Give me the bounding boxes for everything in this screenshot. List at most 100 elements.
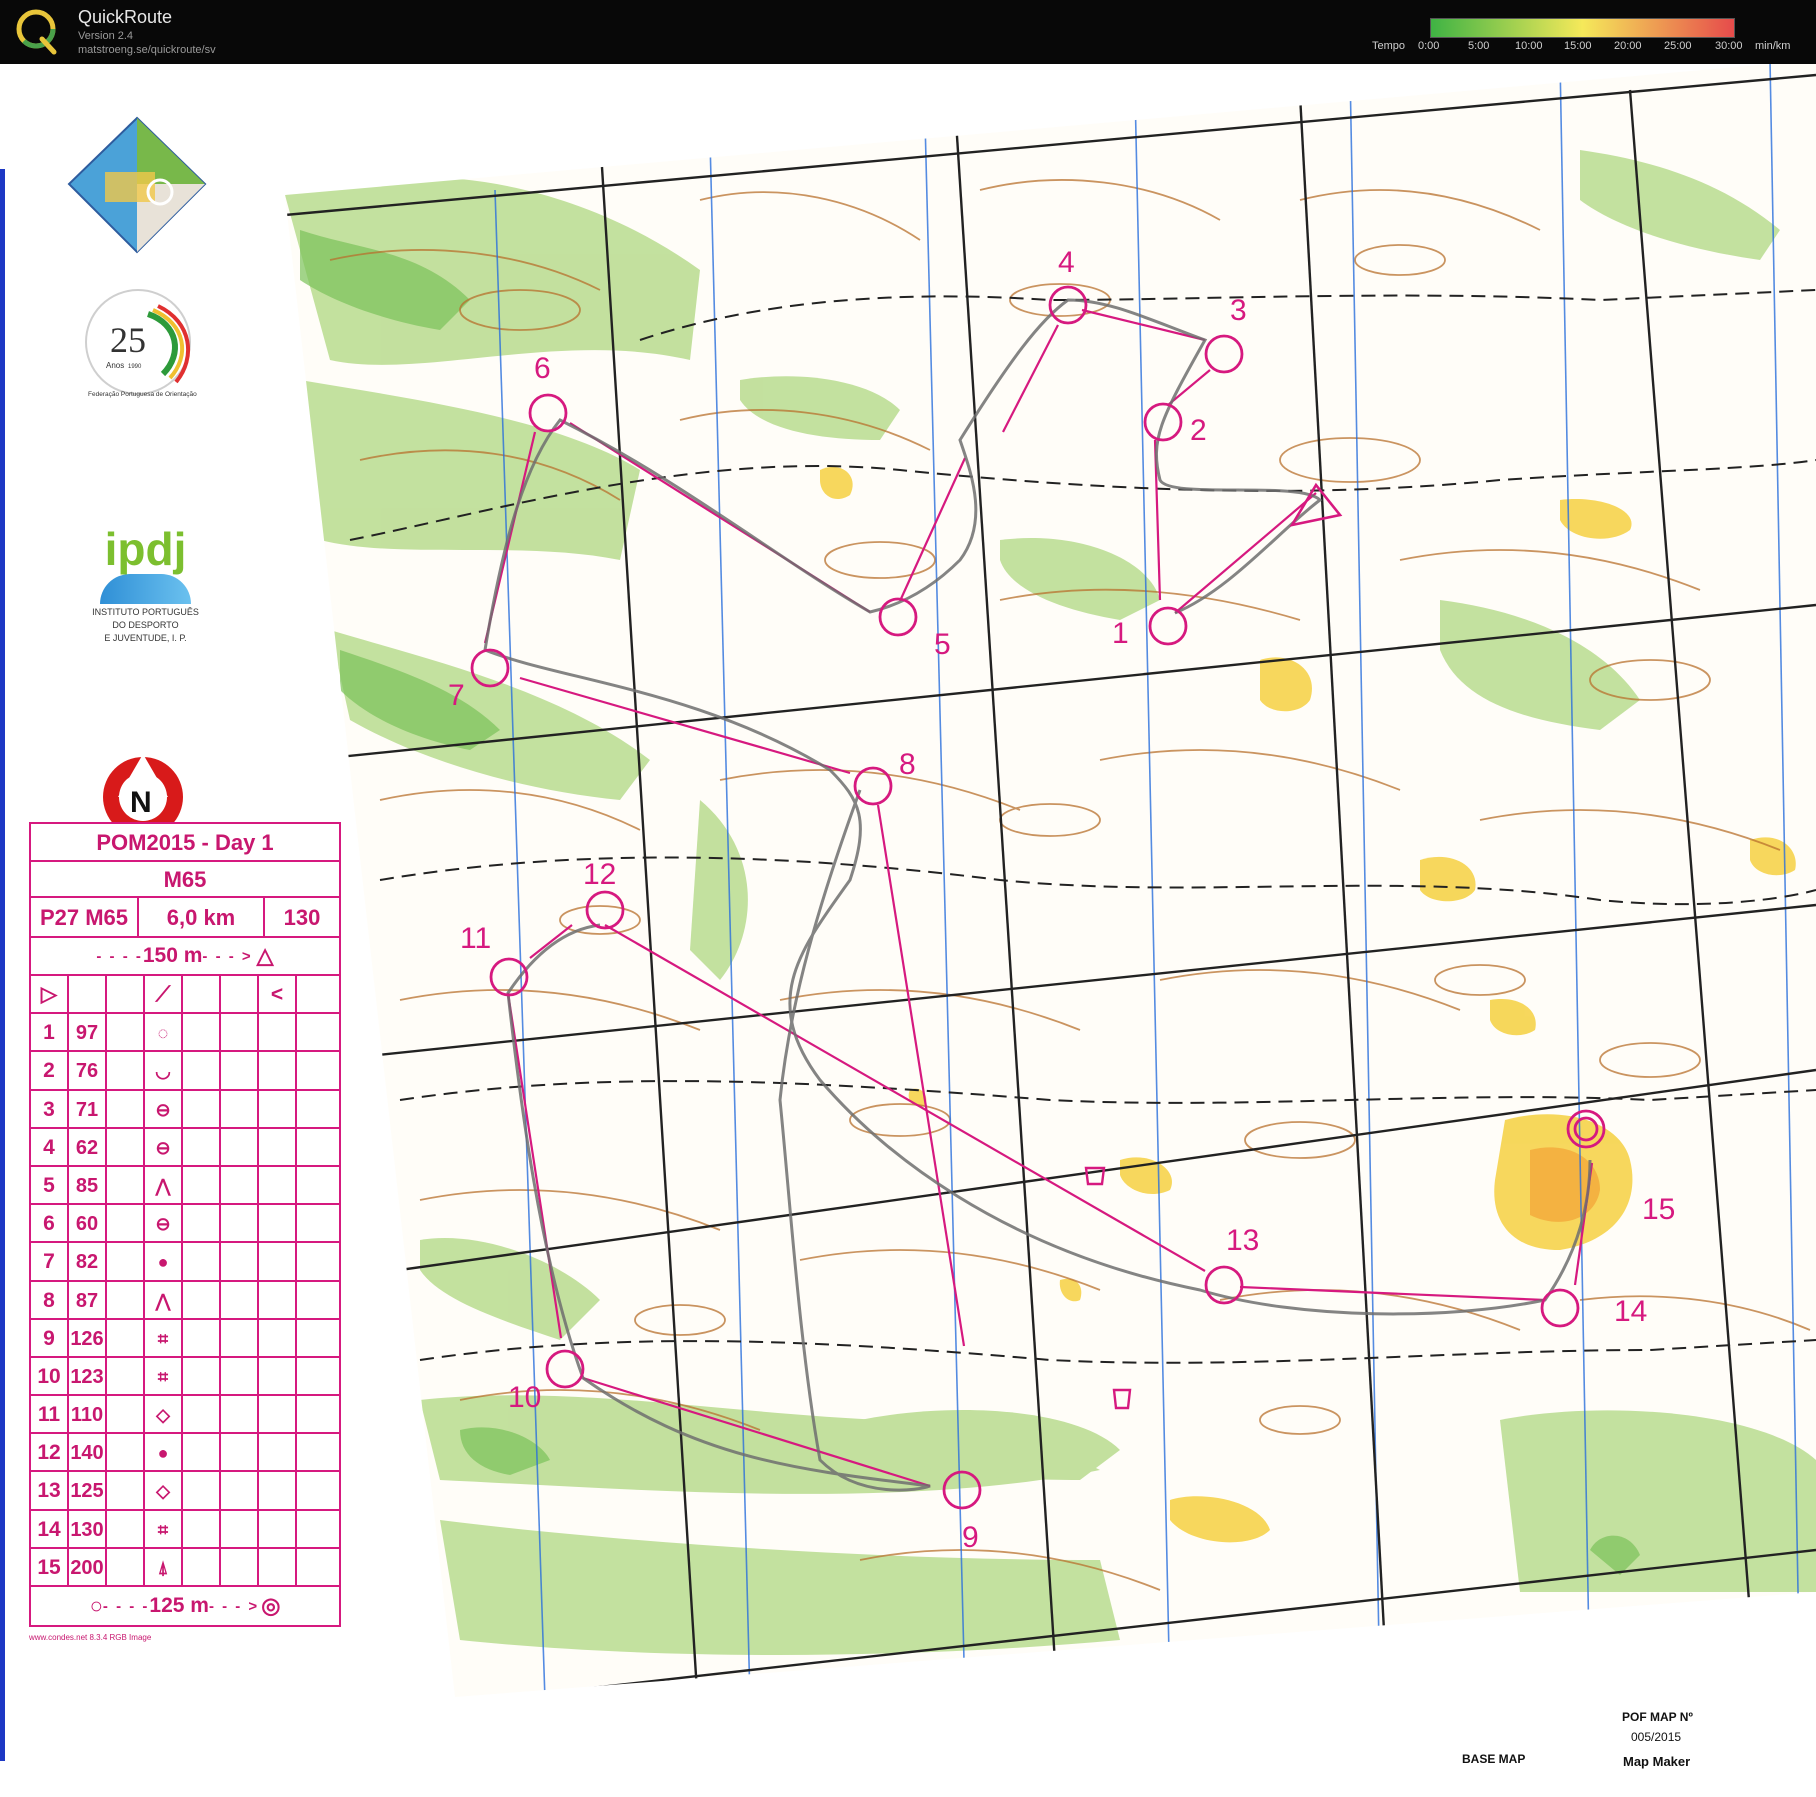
quickroute-logo-icon xyxy=(16,9,57,55)
control-row: 9 126 ⌗ xyxy=(31,1319,339,1358)
app-url: matstroeng.se/quickroute/sv xyxy=(78,44,216,56)
column-c xyxy=(107,1319,145,1356)
control-code: 85 xyxy=(69,1166,107,1204)
control-code: 126 xyxy=(69,1319,107,1356)
column-f xyxy=(221,1510,259,1547)
svg-text:25: 25 xyxy=(110,320,146,360)
column-c xyxy=(107,1281,145,1318)
control-number: 9 xyxy=(31,1319,69,1356)
tempo-tick: 10:00 xyxy=(1515,40,1543,52)
control-number: 13 xyxy=(31,1472,69,1509)
column-c xyxy=(107,1434,145,1471)
tempo-tick: 25:00 xyxy=(1664,40,1692,52)
column-c xyxy=(107,1205,145,1242)
control-row: 15 200 ⍋ xyxy=(31,1548,339,1587)
column-g xyxy=(259,1205,297,1242)
map-number: 005/2015 xyxy=(1631,1730,1682,1744)
control-label-15: 15 xyxy=(1642,1193,1675,1226)
feature-symbol-icon: ◌ xyxy=(145,1014,183,1051)
start-leg-row: - - - - 150 m - - - > △ xyxy=(31,938,339,976)
control-number: 15 xyxy=(31,1548,69,1585)
column-f xyxy=(221,1052,259,1089)
column-f xyxy=(221,1548,259,1585)
tempo-tick: 15:00 xyxy=(1564,40,1592,52)
column-e xyxy=(183,1357,221,1395)
dash-arrow-icon: - - - > xyxy=(208,1597,260,1615)
column-h xyxy=(297,1472,339,1508)
tempo-tick: 0:00 xyxy=(1418,40,1440,52)
map-border-strip xyxy=(0,169,5,1761)
column-e xyxy=(183,1472,221,1509)
angle-column-icon: < xyxy=(259,976,297,1013)
control-code: 123 xyxy=(69,1357,107,1395)
course-climb: 130 xyxy=(283,905,321,930)
column-h xyxy=(297,1014,339,1050)
ipdj-name-line: E JUVENTUDE, I. P. xyxy=(104,633,187,643)
tempo-tick: 5:00 xyxy=(1468,40,1490,52)
ipdj-name-line: INSTITUTO PORTUGUÊS xyxy=(92,607,199,617)
column-f xyxy=(221,1319,259,1356)
column-e xyxy=(183,1243,221,1280)
column-f xyxy=(221,1090,259,1127)
control-code: 76 xyxy=(69,1052,107,1089)
pof-map-label: POF MAP Nº xyxy=(1622,1710,1693,1724)
control-code: 82 xyxy=(69,1243,107,1280)
column-f xyxy=(221,1396,259,1433)
course-class: M65 xyxy=(31,862,339,898)
control-code: 130 xyxy=(69,1510,107,1547)
control-code: 140 xyxy=(69,1434,107,1471)
control-code: 87 xyxy=(69,1281,107,1318)
course-name: P27 M65 xyxy=(31,898,139,936)
feature-symbol-icon: ⌗ xyxy=(145,1357,183,1395)
control-number: 5 xyxy=(31,1166,69,1204)
tempo-color-scale xyxy=(1430,18,1735,38)
control-description-sheet: POM2015 - Day 1 M65 P27 M65 6,0 km 130 -… xyxy=(29,822,341,1627)
column-g xyxy=(259,1243,297,1280)
control-code: 200 xyxy=(69,1548,107,1585)
column-f xyxy=(221,1281,259,1318)
map-view[interactable]: 1 2 3 4 5 6 7 8 9 10 11 12 13 14 15 25 A… xyxy=(0,64,1816,1797)
column-c xyxy=(107,1396,145,1433)
column-c xyxy=(107,1510,145,1547)
symbol-header-row: ▷ ⟋ < xyxy=(31,976,339,1015)
feature-symbol-icon: ◡ xyxy=(145,1052,183,1089)
control-label-14: 14 xyxy=(1614,1295,1647,1328)
control-label-7: 7 xyxy=(448,679,465,712)
map-maker-label: Map Maker xyxy=(1623,1754,1691,1769)
last-control-circle-icon: ○ xyxy=(89,1593,103,1618)
column-c xyxy=(107,1243,145,1280)
column-e xyxy=(183,1014,221,1051)
column-g xyxy=(259,1090,297,1127)
control-row: 3 71 ⊖ xyxy=(31,1090,339,1129)
column-h xyxy=(297,1167,339,1203)
control-number: 2 xyxy=(31,1052,69,1089)
feature-symbol-icon: ⋀ xyxy=(145,1281,183,1318)
column-g xyxy=(259,1281,297,1318)
control-code: 97 xyxy=(69,1014,107,1051)
app-title: QuickRoute xyxy=(78,7,173,27)
column-e xyxy=(183,1319,221,1356)
control-number: 12 xyxy=(31,1434,69,1471)
column-c xyxy=(107,1548,145,1585)
column-c xyxy=(107,1357,145,1395)
control-row: 10 123 ⌗ xyxy=(31,1357,339,1397)
start-leg-distance: 150 m xyxy=(142,944,203,967)
column-f xyxy=(221,1357,259,1395)
control-number: 4 xyxy=(31,1128,69,1165)
column-h xyxy=(297,1549,339,1585)
course-info-row: P27 M65 6,0 km 130 xyxy=(31,898,339,938)
start-triangle-icon: △ xyxy=(256,943,274,968)
control-label-13: 13 xyxy=(1226,1224,1259,1257)
event-title: POM2015 - Day 1 xyxy=(31,824,339,862)
feature-symbol-icon: ⋀ xyxy=(145,1166,183,1204)
column-e xyxy=(183,1128,221,1165)
column-e xyxy=(183,1166,221,1204)
control-row: 8 87 ⋀ xyxy=(31,1281,339,1320)
fpo-25-years-logo: 25 Anos 1990 Federação Portuguesa de Ori… xyxy=(85,289,197,398)
finish-leg-distance: 125 m xyxy=(149,1594,209,1617)
column-c xyxy=(107,1052,145,1089)
control-row: 4 62 ⊖ xyxy=(31,1128,339,1167)
column-f xyxy=(221,1434,259,1471)
control-row: 6 60 ⊖ xyxy=(31,1205,339,1244)
svg-text:N: N xyxy=(130,786,152,819)
